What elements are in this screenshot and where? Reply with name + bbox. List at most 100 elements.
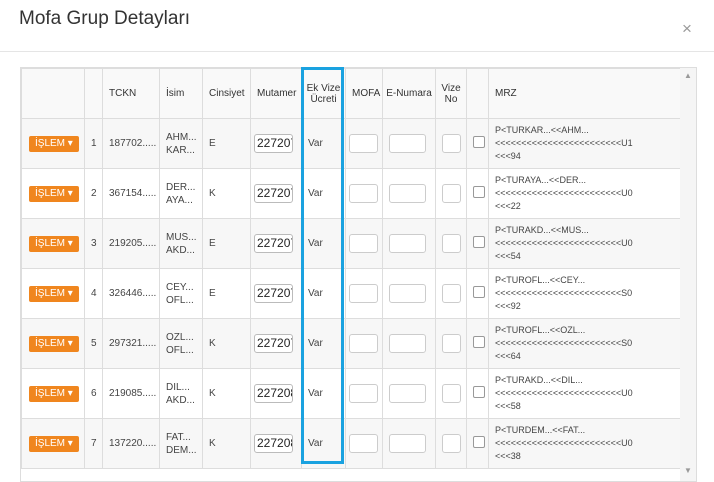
isim-cell: DIL... AKD... [159,368,203,419]
vize-no-input[interactable] [442,384,461,403]
scroll-up-arrow-icon[interactable]: ▲ [684,71,692,80]
e-numara-cell [382,418,436,469]
islem-dropdown-button[interactable]: İŞLEM ▾ [29,285,79,302]
e-numara-input[interactable] [389,334,426,353]
mutamer-cell: 227208 [250,418,302,469]
row-checkbox[interactable] [473,236,485,248]
isim-last: DEM... [166,444,197,456]
row-checkbox[interactable] [473,436,485,448]
ek-vize-cell: Var [301,318,346,369]
mutamer-input[interactable]: 227207 [254,134,293,153]
header-mrz: MRZ [488,68,682,119]
table-row: İŞLEM ▾2367154.....DER...AYA...K227207Va… [21,168,682,219]
mofa-input[interactable] [349,234,378,253]
mrz-line-3: <<<64 [495,351,521,361]
e-numara-input[interactable] [389,134,426,153]
mutamer-cell: 227207 [250,318,302,369]
header-e-numara: E-Numara [382,68,436,119]
islem-dropdown-button[interactable]: İŞLEM ▾ [29,135,79,152]
e-numara-cell [382,318,436,369]
mutamer-input[interactable]: 227207 [254,184,293,203]
cinsiyet-cell: K [202,318,251,369]
row-checkbox[interactable] [473,336,485,348]
table-row: İŞLEM ▾4326446.....CEY...OFL...E227207Va… [21,268,682,319]
mrz-line-3: <<<38 [495,451,521,461]
mutamer-input[interactable]: 227207 [254,284,293,303]
mofa-input[interactable] [349,434,378,453]
mofa-input[interactable] [349,184,378,203]
vize-no-input[interactable] [442,234,461,253]
modal-title: Mofa Grup Detayları [19,8,191,29]
islem-dropdown-button[interactable]: İŞLEM ▾ [29,235,79,252]
e-numara-input[interactable] [389,384,426,403]
vize-no-input[interactable] [442,134,461,153]
vize-no-input[interactable] [442,284,461,303]
e-numara-input[interactable] [389,234,426,253]
tckn-cell: 219085..... [102,368,160,419]
scroll-down-arrow-icon[interactable]: ▼ [684,466,692,475]
e-numara-cell [382,268,436,319]
mofa-input[interactable] [349,384,378,403]
row-checkbox[interactable] [473,136,485,148]
mofa-cell [345,218,383,269]
mofa-input[interactable] [349,134,378,153]
cinsiyet-cell: K [202,418,251,469]
vertical-scrollbar[interactable]: ▲ ▼ [680,68,696,481]
caret-down-icon: ▾ [67,237,73,249]
islem-label: İŞLEM [35,237,66,249]
mutamer-input[interactable]: 227207 [254,334,293,353]
tckn-cell: 326446..... [102,268,160,319]
isim-cell: MUS... AKD... [159,218,203,269]
row-checkbox[interactable] [473,386,485,398]
isim-cell: DER... AYA... [159,168,203,219]
row-checkbox[interactable] [473,186,485,198]
isim-first: OZL... [166,331,194,343]
mofa-input[interactable] [349,284,378,303]
vize-no-input[interactable] [442,434,461,453]
mutamer-input[interactable]: 227208 [254,434,293,453]
islem-dropdown-button[interactable]: İŞLEM ▾ [29,385,79,402]
e-numara-input[interactable] [389,284,426,303]
ek-vize-cell: Var [301,218,346,269]
mutamer-input[interactable]: 227207 [254,234,293,253]
row-num: 6 [84,368,103,419]
header-tckn: TCKN [102,68,160,119]
close-icon[interactable]: × [682,20,692,37]
vize-no-cell [435,268,467,319]
caret-down-icon: ▾ [67,387,73,399]
mrz-line-3: <<<54 [495,251,521,261]
islem-dropdown-button[interactable]: İŞLEM ▾ [29,335,79,352]
mutamer-cell: 227207 [250,118,302,169]
vize-no-cell [435,218,467,269]
header-cinsiyet: Cinsiyet [202,68,251,119]
select-cell [466,268,489,319]
ek-vize-cell: Var [301,368,346,419]
islem-dropdown-button[interactable]: İŞLEM ▾ [29,185,79,202]
mrz-line-3: <<<94 [495,151,521,161]
actions-cell: İŞLEM ▾ [21,418,85,469]
mrz-line-2: <<<<<<<<<<<<<<<<<<<<<<<<S0 [495,338,633,348]
islem-dropdown-button[interactable]: İŞLEM ▾ [29,435,79,452]
vize-no-input[interactable] [442,184,461,203]
mofa-input[interactable] [349,334,378,353]
vize-no-cell [435,168,467,219]
e-numara-input[interactable] [389,184,426,203]
row-num: 5 [84,318,103,369]
mrz-line-3: <<<92 [495,301,521,311]
islem-label: İŞLEM [35,437,66,449]
select-cell [466,118,489,169]
row-num: 4 [84,268,103,319]
row-num: 2 [84,168,103,219]
mofa-cell [345,168,383,219]
row-checkbox[interactable] [473,286,485,298]
caret-down-icon: ▾ [67,187,73,199]
mrz-cell: P<TUROFL...<<OZL... <<<<<<<<<<<<<<<<<<<<<… [488,318,682,369]
e-numara-cell [382,368,436,419]
mutamer-input[interactable]: 227208 [254,384,293,403]
e-numara-input[interactable] [389,434,426,453]
vize-no-cell [435,318,467,369]
mrz-line-1: P<TUROFL...<<CEY... [495,275,586,285]
caret-down-icon: ▾ [67,337,73,349]
isim-first: MUS... [166,231,197,243]
vize-no-input[interactable] [442,334,461,353]
